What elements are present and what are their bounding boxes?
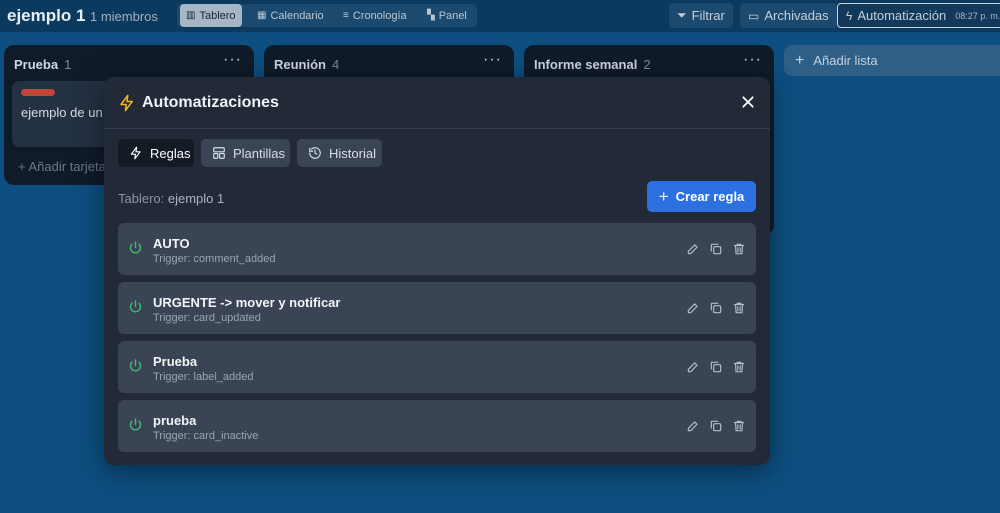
tab-label: Plantillas [233,145,286,161]
power-icon[interactable] [128,417,143,435]
modal-title: Automatizaciones [142,94,279,111]
power-icon[interactable] [128,299,143,317]
list-title[interactable]: Prueba 1 [14,57,71,72]
rule-name: URGENTE -> mover y notificar [153,295,341,310]
add-card-label: Añadir tarjeta [28,159,106,174]
filter-label: Filtrar [691,8,725,23]
create-rule-label: Crear regla [675,189,745,204]
edit-icon[interactable] [686,419,700,433]
automation-label: Automatización [857,8,947,23]
tab-label: Panel [438,9,467,22]
list-title-text: Prueba [14,57,59,72]
power-icon[interactable] [128,240,143,258]
duplicate-icon[interactable] [709,242,723,256]
duplicate-icon[interactable] [709,360,723,374]
rule-name: AUTO [153,236,190,251]
archive-icon: ▭ [748,8,760,23]
duplicate-icon[interactable] [709,301,723,315]
list-menu-icon[interactable]: ··· [743,51,762,69]
edit-icon[interactable] [686,301,700,315]
tab-label: Tablero [199,9,236,22]
tab-label: Historial [329,145,376,161]
rule-actions [686,360,746,374]
card-label-red [21,89,55,96]
plus-icon: + [795,51,805,69]
automation-button[interactable]: ϟ Automatización 08:27 p. m. [837,3,1000,28]
rule-item[interactable]: Prueba Trigger: label_added [118,341,756,393]
modal-header: Automatizaciones [104,77,770,129]
timeline-icon: ≡ [343,10,349,21]
close-icon[interactable] [740,94,756,113]
board-context: Tablero: ejemplo 1 [118,191,224,206]
list-count: 2 [643,57,651,72]
rule-name: Prueba [153,354,198,369]
dashboard-icon: ▚ [427,10,435,21]
rule-name: prueba [153,413,197,428]
plus-icon: + [658,186,669,206]
rule-item[interactable]: prueba Trigger: card_inactive [118,400,756,452]
automations-modal: Automatizaciones Reglas Plantillas Histo… [104,77,770,465]
rule-trigger: Trigger: label_added [153,371,254,383]
archived-button[interactable]: ▭ Archivadas [740,3,837,28]
rule-trigger: Trigger: comment_added [153,253,276,265]
trash-icon[interactable] [732,360,746,374]
members-count[interactable]: 1 miembros [90,9,158,24]
history-icon [309,147,321,159]
board-header: ejemplo 1 1 miembros ▥ Tablero ▦ Calenda… [0,0,1000,32]
list-title[interactable]: Informe semanal 2 [534,57,651,72]
list-menu-icon[interactable]: ··· [483,51,502,69]
tab-panel[interactable]: ▚ Panel [421,4,473,27]
board-title[interactable]: ejemplo 1 [7,6,85,26]
tab-historial[interactable]: Historial [297,139,382,167]
tab-plantillas[interactable]: Plantillas [201,139,290,167]
rule-actions [686,242,746,256]
power-icon[interactable] [128,358,143,376]
tab-label: Calendario [270,9,324,22]
view-switcher: ▥ Tablero ▦ Calendario ≡ Cronología ▚ Pa… [177,4,477,27]
automation-time: 08:27 p. m. [955,10,1000,21]
board-label: Tablero: [118,191,165,206]
create-rule-button[interactable]: + Crear regla [647,181,756,212]
edit-icon[interactable] [686,360,700,374]
tab-reglas[interactable]: Reglas [118,139,194,167]
rule-item[interactable]: URGENTE -> mover y notificar Trigger: ca… [118,282,756,334]
trash-icon[interactable] [732,301,746,315]
filter-button[interactable]: ⏷ Filtrar [669,3,733,28]
trash-icon[interactable] [732,419,746,433]
board-name: ejemplo 1 [167,191,225,206]
add-list-button[interactable]: + Añadir lista [784,45,1000,76]
archived-label: Archivadas [764,8,829,23]
list-count: 4 [332,57,340,72]
bolt-icon [130,146,141,160]
rule-actions [686,419,746,433]
rule-trigger: Trigger: card_updated [153,312,261,324]
plus-icon: + [18,159,29,174]
bolt-icon [118,93,136,116]
list-title[interactable]: Reunión 4 [274,57,339,72]
filter-icon: ⏷ [677,8,687,22]
tab-tablero[interactable]: ▥ Tablero [180,4,242,27]
list-menu-icon[interactable]: ··· [223,51,242,69]
trash-icon[interactable] [732,242,746,256]
tab-calendario[interactable]: ▦ Calendario [251,4,330,27]
rule-trigger: Trigger: card_inactive [153,430,259,442]
rule-item[interactable]: AUTO Trigger: comment_added [118,223,756,275]
add-card-button[interactable]: + Añadir tarjeta [18,159,106,174]
calendar-icon: ▦ [257,10,267,21]
board-icon: ▥ [186,10,196,21]
duplicate-icon[interactable] [709,419,723,433]
bolt-icon: ϟ [846,8,853,23]
list-title-text: Reunión [274,57,326,72]
tab-cronologia[interactable]: ≡ Cronología [337,4,413,27]
tab-label: Cronología [352,9,407,22]
add-list-label: Añadir lista [813,53,878,68]
edit-icon[interactable] [686,242,700,256]
rule-actions [686,301,746,315]
tab-label: Reglas [150,145,191,161]
template-icon [213,147,225,159]
list-count: 1 [64,57,72,72]
list-title-text: Informe semanal [534,57,638,72]
